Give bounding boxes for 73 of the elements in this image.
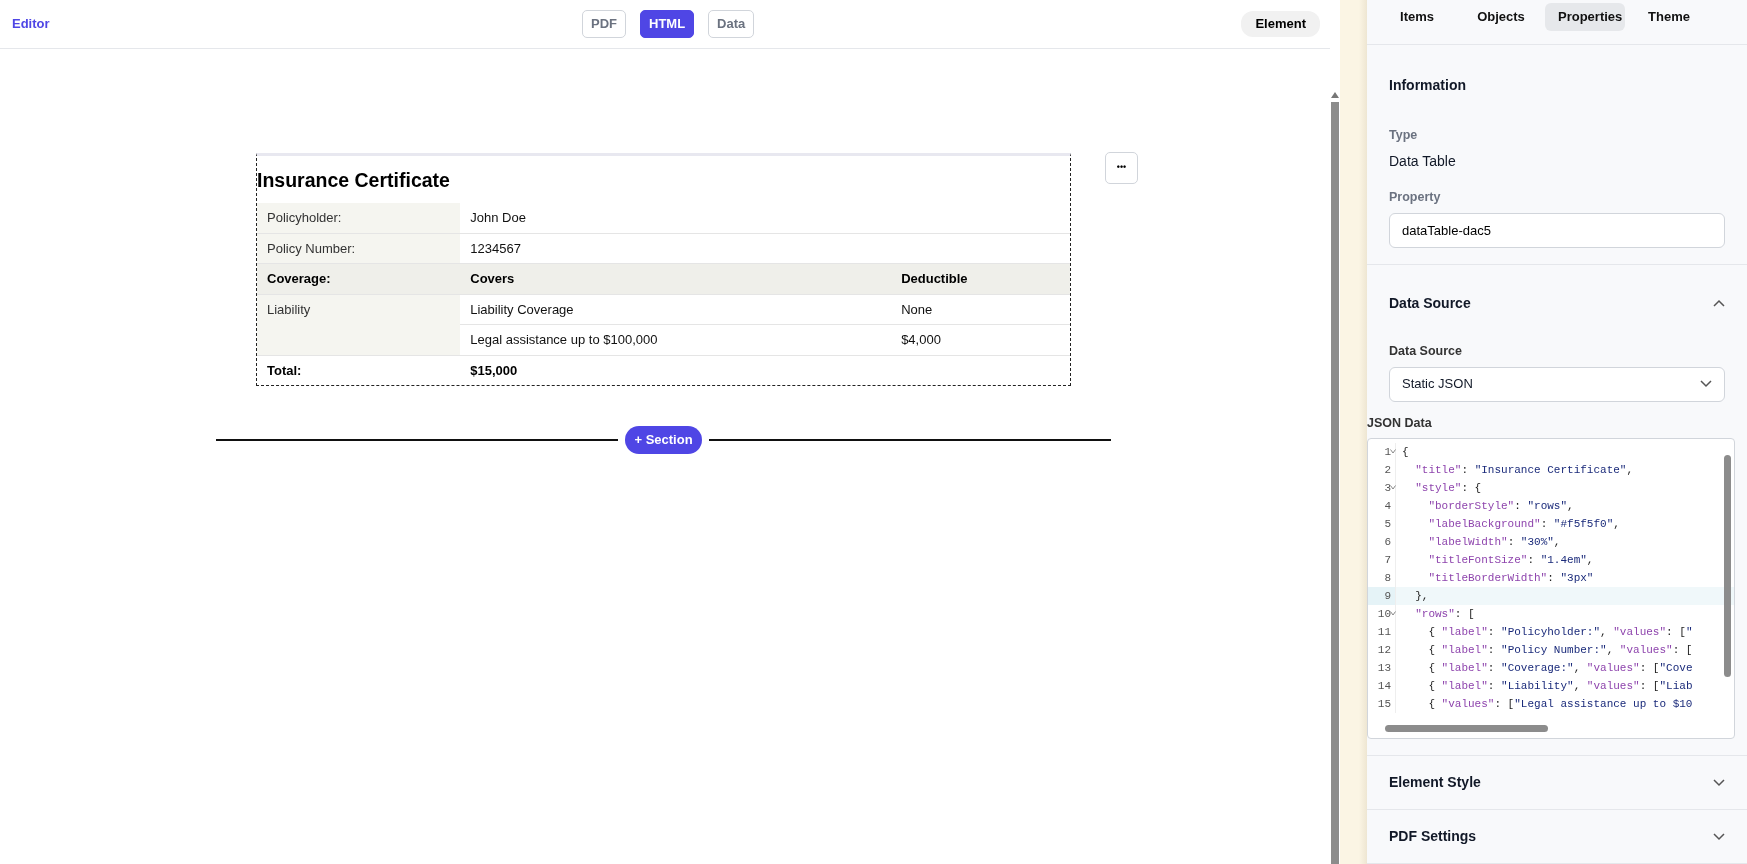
expand-icon[interactable]: [1713, 778, 1725, 787]
document-title: Insurance Certificate: [257, 168, 451, 193]
code-line: {: [1401, 445, 1410, 461]
line-number: 7: [1384, 553, 1391, 569]
code-line: "title": "Insurance Certificate",: [1414, 463, 1635, 479]
line-number: 3: [1384, 481, 1391, 497]
more-button[interactable]: •••: [1105, 152, 1138, 184]
label-cell: Coverage:: [257, 263, 461, 295]
label-cell: Policy Number:: [257, 233, 461, 264]
label-cell: Policyholder:: [257, 203, 461, 234]
code-line: "titleBorderWidth": "3px": [1427, 571, 1595, 587]
panel-tab[interactable]: Objects: [1461, 3, 1541, 31]
data-source-select[interactable]: Static JSON: [1389, 366, 1725, 402]
field-label: JSON Data: [1367, 414, 1433, 432]
line-number: 2: [1384, 463, 1391, 479]
table-cell: Liability Coverage: [460, 294, 892, 325]
label-cell: Liability: [257, 294, 461, 356]
code-editor[interactable]: [1367, 438, 1735, 740]
code-line: { "values": ["Legal assistance up to $10: [1427, 697, 1694, 713]
field-label: Type: [1389, 127, 1419, 145]
code-line: { "label": "Policy Number:", "values": [: [1427, 643, 1694, 659]
fold-icon[interactable]: [1390, 449, 1396, 455]
scrollbar-thumb[interactable]: [1724, 455, 1731, 678]
code-line: "labelBackground": "#f5f5f0",: [1427, 517, 1621, 533]
expand-icon[interactable]: [1713, 832, 1725, 841]
scrollbar-thumb[interactable]: [1331, 102, 1339, 864]
table-cell: None: [891, 294, 1070, 325]
code-line: "labelWidth": "30%",: [1427, 535, 1562, 551]
brand-title: Editor: [12, 15, 50, 34]
panel-tab[interactable]: Items: [1377, 3, 1457, 31]
code-line: { "label": "Policyholder:", "values": [": [1427, 625, 1694, 641]
section-heading: Data Source: [1389, 293, 1471, 313]
scroll-up-icon: [1331, 92, 1339, 98]
table-cell: John Doe: [460, 203, 892, 234]
mode-tab[interactable]: PDF: [582, 10, 626, 38]
panel-tab[interactable]: Properties: [1545, 3, 1625, 31]
add-section-button[interactable]: + Section: [625, 426, 702, 454]
section-heading: PDF Settings: [1389, 827, 1477, 847]
code-line: "rows": [: [1414, 607, 1476, 623]
code-line: { "label": "Coverage:", "values": ["Cove: [1427, 661, 1694, 677]
line-number: 10: [1377, 607, 1391, 623]
table-cell: Covers: [460, 263, 892, 295]
code-line: { "label": "Liability", "values": ["Liab: [1427, 679, 1694, 695]
scrollbar-thumb[interactable]: [1385, 725, 1548, 733]
panel-tab[interactable]: Theme: [1629, 3, 1709, 31]
mode-tab[interactable]: Data: [708, 10, 755, 38]
line-number: 8: [1384, 571, 1391, 587]
line-number: 5: [1384, 517, 1391, 533]
property-field[interactable]: dataTable-dac5: [1389, 212, 1725, 248]
section-heading: Information: [1389, 76, 1466, 96]
code-line: "style": {: [1414, 481, 1483, 497]
code-line: "titleFontSize": "1.4em",: [1427, 553, 1595, 569]
mode-tab[interactable]: HTML: [640, 10, 695, 38]
chevron-down-icon: [1700, 380, 1712, 389]
line-number: 6: [1384, 535, 1391, 551]
line-number: 14: [1377, 679, 1391, 695]
fold-icon[interactable]: [1390, 485, 1396, 491]
line-number: 9: [1384, 589, 1391, 605]
code-line: "borderStyle": "rows",: [1427, 499, 1575, 515]
table-cell: Deductible: [891, 263, 1070, 295]
line-number: 4: [1384, 499, 1391, 515]
line-number: 12: [1377, 643, 1391, 659]
type-value: Data Table: [1389, 152, 1457, 172]
element-button[interactable]: Element: [1241, 11, 1320, 37]
field-label: Data Source: [1389, 342, 1463, 360]
collapse-icon[interactable]: [1713, 299, 1725, 308]
section-heading: Element Style: [1389, 773, 1481, 793]
line-number: 11: [1377, 625, 1391, 641]
line-number: 15: [1377, 697, 1391, 713]
fold-icon[interactable]: [1390, 611, 1396, 617]
line-number: 13: [1377, 661, 1391, 677]
field-label: Property: [1389, 189, 1442, 207]
line-number: 1: [1384, 445, 1391, 461]
